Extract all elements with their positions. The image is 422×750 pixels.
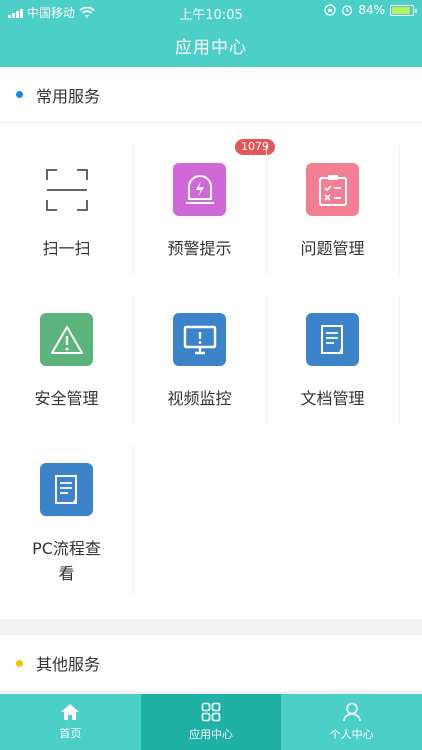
other-services-section: 其他服务 — [0, 635, 422, 691]
tab-app-center[interactable]: 应用中心 — [140, 694, 282, 750]
alert-triangle-icon — [40, 313, 93, 366]
tab-label: 个人中心 — [329, 728, 374, 741]
app-grid: 扫一扫 1079 预警提示 问题管理 安全管理 视频监控 文档管理 PC流程查看 — [0, 123, 422, 619]
section-title-common: 常用服务 — [36, 86, 101, 106]
battery-icon — [390, 4, 417, 16]
alarm-icon — [342, 5, 353, 16]
app-header: 中国移动 上午10:05 84% 应用中心 — [0, 0, 422, 67]
app-warning[interactable]: 1079 预警提示 — [133, 139, 275, 275]
tab-label: 首页 — [59, 727, 82, 740]
status-right: 84% — [324, 3, 417, 17]
orientation-lock-icon — [324, 4, 336, 16]
tab-label: 应用中心 — [189, 728, 233, 741]
warning-light-icon — [173, 163, 226, 216]
status-bar: 中国移动 上午10:05 84% — [0, 0, 422, 23]
app-label: 问题管理 — [300, 239, 365, 258]
battery-percent: 84% — [358, 3, 385, 17]
user-icon — [342, 702, 361, 722]
app-label: 视频监控 — [167, 389, 232, 408]
app-label: 安全管理 — [34, 389, 99, 408]
tab-profile[interactable]: 个人中心 — [281, 694, 422, 750]
section-dot — [16, 91, 23, 98]
page-title: 应用中心 — [175, 38, 247, 58]
section-dot — [16, 659, 23, 667]
app-video[interactable]: 视频监控 — [133, 295, 267, 425]
section-header-other[interactable]: 其他服务 — [0, 635, 422, 691]
app-label: 预警提示 — [167, 239, 232, 258]
clipboard-icon — [306, 163, 359, 216]
app-label: PC流程查看 — [32, 539, 101, 583]
grid-icon — [201, 702, 221, 722]
monitor-icon — [173, 313, 226, 366]
section-header-common: 常用服务 — [0, 67, 422, 123]
tab-home[interactable]: 首页 — [0, 694, 141, 750]
bottom-tab-bar: 首页 应用中心 个人中心 — [0, 694, 422, 750]
section-title-other: 其他服务 — [36, 655, 101, 674]
scan-icon — [40, 163, 93, 216]
home-icon — [61, 704, 80, 720]
app-scan[interactable]: 扫一扫 — [0, 145, 134, 275]
document-icon — [306, 313, 359, 366]
battery-level — [392, 6, 411, 14]
document-icon — [40, 463, 93, 516]
app-issues[interactable]: 问题管理 — [266, 145, 400, 275]
app-label: 扫一扫 — [42, 239, 91, 258]
common-services-section: 常用服务 扫一扫 1079 预警提示 问题管理 安全管理 视频监控 文档管理 P… — [0, 67, 422, 619]
app-safety[interactable]: 安全管理 — [0, 295, 134, 425]
app-pc-process[interactable]: PC流程查看 — [0, 445, 134, 595]
app-label: 文档管理 — [300, 389, 365, 408]
app-documents[interactable]: 文档管理 — [266, 295, 400, 425]
